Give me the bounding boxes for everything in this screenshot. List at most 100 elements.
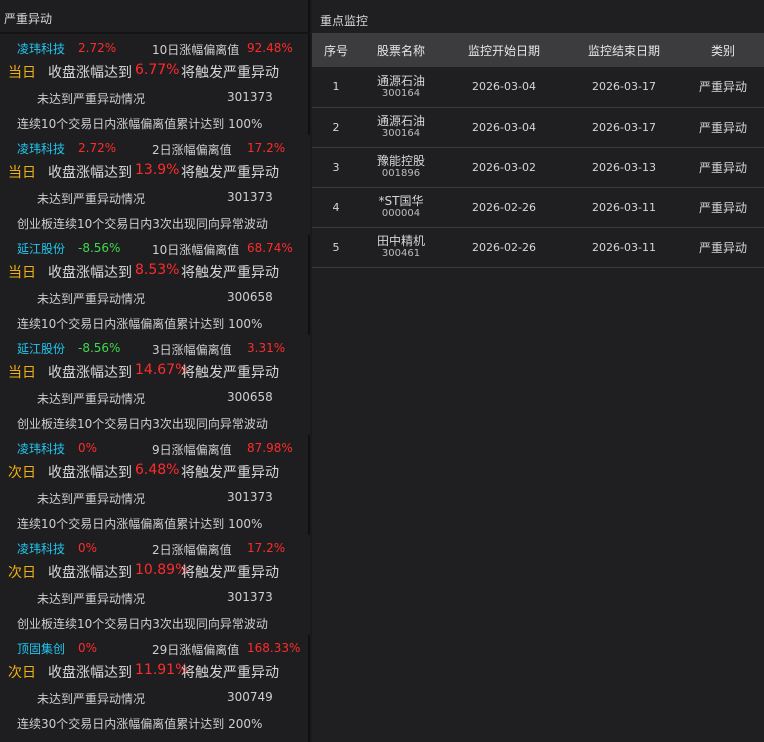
start-date: 2026-03-02: [472, 160, 536, 174]
anomaly-card[interactable]: 延江股份 -8.56% 3日涨幅偏离值 3.31% 当日 收盘涨幅达到 14.67% 将触发严…: [0, 335, 310, 435]
divider: [0, 32, 310, 34]
anomaly-rule: 连续10个交易日内涨幅偏离值累计达到 100%: [17, 117, 263, 131]
stock-name: 通源石油: [376, 73, 425, 88]
trigger-day: 当日: [8, 365, 36, 381]
trigger-day: 次日: [8, 465, 36, 481]
category: 严重异动: [698, 80, 747, 95]
col-header-start-date[interactable]: 监控开始日期: [442, 33, 566, 67]
row-index: 1: [332, 80, 340, 94]
anomaly-status: 未达到严重异动情况: [37, 92, 146, 106]
category: 严重异动: [698, 240, 747, 255]
deviation-metric-label: 10日涨幅偏离值: [152, 43, 240, 57]
trigger-suffix: 将触发严重异动: [181, 365, 279, 381]
monitor-table-body: 1 通源石油 300164 2026-03-04 2026-03-17 严重异动 2 通源石油…: [312, 67, 764, 267]
panel-title: 重点监控: [320, 14, 369, 28]
stock-cell[interactable]: 通源石油 300164: [360, 107, 442, 147]
deviation-metric-value: 3.31%: [247, 341, 286, 355]
anomaly-rule: 创业板连续10个交易日内3次出现同向异常波动: [17, 417, 268, 431]
deviation-metric-label: 2日涨幅偏离值: [152, 143, 232, 157]
col-header-index[interactable]: 序号: [312, 33, 360, 67]
table-row[interactable]: 5 田中精机 300461 2026-02-26 2026-03-11 严重异动: [312, 227, 764, 267]
anomaly-card-list: 凌玮科技 2.72% 10日涨幅偏离值 92.48% 当日 收盘涨幅达到 6.77% 将触发严…: [0, 35, 310, 735]
trigger-prefix: 收盘涨幅达到: [48, 465, 132, 481]
stock-code: 300164: [381, 128, 421, 139]
stock-cell[interactable]: 豫能控股 001896: [360, 147, 442, 187]
trigger-suffix: 将触发严重异动: [181, 665, 279, 681]
trigger-suffix: 将触发严重异动: [181, 165, 279, 181]
trigger-threshold: 6.77%: [135, 62, 180, 78]
anomaly-status: 未达到严重异动情况: [37, 292, 146, 306]
trigger-day: 当日: [8, 265, 36, 281]
deviation-metric-label: 9日涨幅偏离值: [152, 443, 232, 457]
trigger-prefix: 收盘涨幅达到: [48, 65, 132, 81]
start-date: 2026-02-26: [472, 200, 536, 214]
deviation-metric-label: 10日涨幅偏离值: [152, 243, 240, 257]
anomaly-card[interactable]: 凌玮科技 2.72% 10日涨幅偏离值 92.48% 当日 收盘涨幅达到 6.77% 将触发严…: [0, 35, 310, 135]
end-date: 2026-03-17: [592, 80, 656, 94]
start-date: 2026-03-04: [472, 120, 536, 134]
panel-title: 严重异动: [4, 12, 53, 26]
deviation-metric-value: 92.48%: [247, 41, 293, 55]
category: 严重异动: [698, 120, 747, 135]
deviation-metric-label: 3日涨幅偏离值: [152, 343, 232, 357]
table-row[interactable]: 1 通源石油 300164 2026-03-04 2026-03-17 严重异动: [312, 67, 764, 107]
anomaly-card[interactable]: 凌玮科技 0% 2日涨幅偏离值 17.2% 次日 收盘涨幅达到 10.89% 将触发严重异动未…: [0, 535, 310, 635]
stock-name[interactable]: 延江股份: [17, 340, 65, 357]
change-pct: 0%: [78, 641, 98, 655]
stock-cell[interactable]: *ST国华 000004: [360, 187, 442, 227]
trigger-suffix: 将触发严重异动: [181, 65, 279, 81]
stock-code: 300658: [227, 390, 273, 404]
deviation-metric-value: 17.2%: [247, 541, 286, 555]
trigger-day: 次日: [8, 565, 36, 581]
table-row[interactable]: 3 豫能控股 001896 2026-03-02 2026-03-13 严重异动: [312, 147, 764, 187]
category: 严重异动: [698, 160, 747, 175]
stock-name: 豫能控股: [376, 154, 425, 168]
stock-name: 通源石油: [376, 114, 425, 128]
change-pct: -8.56%: [78, 241, 121, 255]
change-pct: 2.72%: [78, 141, 117, 155]
anomaly-rule: 连续10个交易日内涨幅偏离值累计达到 100%: [17, 317, 263, 331]
stock-code: 301373: [227, 490, 273, 504]
end-date: 2026-03-13: [592, 160, 656, 174]
anomaly-card[interactable]: 延江股份 -8.56% 10日涨幅偏离值 68.74% 当日 收盘涨幅达到 8.53% 将触发…: [0, 235, 310, 335]
anomaly-rule: 创业板连续10个交易日内3次出现同向异常波动: [17, 217, 268, 231]
anomaly-card[interactable]: 顶固集创 0% 29日涨幅偏离值 168.33% 次日 收盘涨幅达到 11.91% 将触发严重…: [0, 635, 310, 735]
table-row[interactable]: 2 通源石油 300164 2026-03-04 2026-03-17 严重异动: [312, 107, 764, 147]
table-row[interactable]: 4 *ST国华 000004 2026-02-26 2026-03-11 严重异动: [312, 187, 764, 227]
anomaly-card[interactable]: 凌玮科技 2.72% 2日涨幅偏离值 17.2% 当日 收盘涨幅达到 13.9% 将触发严重异…: [0, 135, 310, 235]
table-header-row: 序号 股票名称 监控开始日期 监控结束日期 类别: [312, 33, 764, 67]
col-header-end-date[interactable]: 监控结束日期: [566, 33, 682, 67]
stock-name[interactable]: 顶固集创: [17, 640, 65, 657]
stock-code: 301373: [227, 90, 273, 104]
trigger-suffix: 将触发严重异动: [181, 565, 279, 581]
anomaly-rule: 创业板连续10个交易日内3次出现同向异常波动: [17, 617, 268, 631]
anomaly-card[interactable]: 凌玮科技 0% 9日涨幅偏离值 87.98% 次日 收盘涨幅达到 6.48% 将触发严重异动未…: [0, 435, 310, 535]
deviation-metric-value: 68.74%: [247, 241, 293, 255]
stock-cell[interactable]: 通源石油 300164: [360, 67, 442, 107]
stock-name[interactable]: 凌玮科技: [17, 440, 65, 457]
stock-name[interactable]: 凌玮科技: [17, 540, 65, 557]
row-index: 5: [332, 240, 340, 254]
col-header-stock-name[interactable]: 股票名称: [360, 33, 442, 67]
end-date: 2026-03-11: [592, 200, 656, 214]
trigger-day: 次日: [8, 665, 36, 681]
stock-code: 301373: [227, 590, 273, 604]
stock-name[interactable]: 凌玮科技: [17, 40, 65, 57]
deviation-metric-label: 2日涨幅偏离值: [152, 543, 232, 557]
anomaly-rule: 连续30个交易日内涨幅偏离值累计达到 200%: [17, 717, 263, 731]
row-index: 3: [332, 160, 340, 174]
stock-code: 300461: [381, 248, 421, 259]
col-header-category[interactable]: 类别: [682, 33, 764, 67]
trigger-prefix: 收盘涨幅达到: [48, 665, 132, 681]
stock-cell[interactable]: 田中精机 300461: [360, 227, 442, 267]
anomaly-rule: 连续10个交易日内涨幅偏离值累计达到 100%: [17, 517, 263, 531]
deviation-metric-label: 29日涨幅偏离值: [152, 643, 240, 657]
trigger-prefix: 收盘涨幅达到: [48, 565, 132, 581]
end-date: 2026-03-11: [592, 240, 656, 254]
monitor-table: 序号 股票名称 监控开始日期 监控结束日期 类别 1 通源石油 300164 2026…: [312, 33, 764, 268]
category: 严重异动: [698, 200, 747, 215]
change-pct: 2.72%: [78, 41, 117, 55]
stock-name[interactable]: 延江股份: [17, 240, 65, 257]
stock-name[interactable]: 凌玮科技: [17, 140, 65, 157]
row-index: 2: [332, 120, 340, 134]
